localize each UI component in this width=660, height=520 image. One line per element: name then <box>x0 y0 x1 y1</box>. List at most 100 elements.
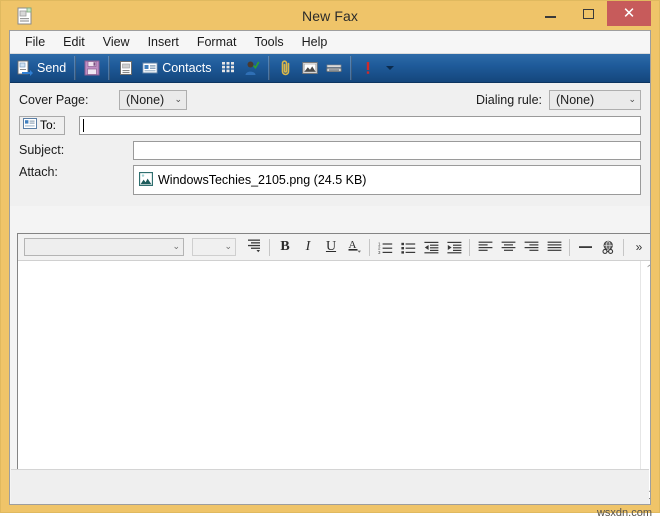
font-family-select[interactable]: ⌄ <box>24 238 184 256</box>
numbered-list-button[interactable]: 1 2 3 <box>374 236 396 258</box>
chevron-down-icon: ⌄ <box>628 95 636 105</box>
font-size-select[interactable]: ⌄ <box>192 238 236 256</box>
font-color-button[interactable]: A <box>343 236 365 258</box>
toolbar-separator <box>569 238 570 256</box>
attachment-list[interactable]: WindowsTechies_2105.png (24.5 KB) <box>133 165 641 195</box>
text-caret <box>83 118 84 132</box>
svg-text:3: 3 <box>378 249 381 253</box>
maximize-button[interactable] <box>569 1 607 26</box>
dialing-rule-label: Dialing rule: <box>475 93 542 107</box>
close-button[interactable]: ✕ <box>607 1 651 26</box>
underline-button[interactable]: U <box>320 236 342 258</box>
save-button[interactable] <box>80 56 104 80</box>
subject-row: Subject: <box>19 140 641 160</box>
toolbar-separator <box>469 238 470 256</box>
chevron-down-icon: ⌄ <box>172 242 180 252</box>
editor-vertical-scrollbar[interactable]: ⌃ ⌄ <box>640 261 650 498</box>
send-fax-icon <box>17 60 33 76</box>
attach-label: Attach: <box>19 165 58 179</box>
message-body[interactable] <box>18 261 640 498</box>
attachment-name: WindowsTechies_2105.png (24.5 KB) <box>158 173 367 187</box>
align-right-icon <box>524 241 538 251</box>
insert-hyperlink-button[interactable] <box>597 236 619 258</box>
cover-page-value: (None) <box>126 93 165 107</box>
minimize-button[interactable] <box>531 1 569 26</box>
decrease-indent-button[interactable] <box>420 236 442 258</box>
fax-fields: Cover Page: (None) ⌄ Dialing rule: (None… <box>10 83 650 206</box>
toolbar-separator <box>369 238 370 256</box>
attach-row: Attach: WindowsTechies_2105.png (24.5 KB… <box>19 165 641 197</box>
toolbar-separator <box>623 238 624 256</box>
dial-pad-icon <box>220 60 236 76</box>
chevron-down-icon: ⌄ <box>224 242 232 252</box>
image-file-icon <box>138 171 154 189</box>
document-properties-icon <box>118 60 134 76</box>
menu-item-edit[interactable]: Edit <box>54 33 94 51</box>
maximize-icon <box>582 8 594 19</box>
menu-item-file[interactable]: File <box>16 33 54 51</box>
menu-item-view[interactable]: View <box>94 33 139 51</box>
address-card-icon <box>23 118 37 132</box>
send-button-label: Send <box>37 61 67 75</box>
attach-file-button[interactable] <box>274 56 298 80</box>
dialing-rule-select[interactable]: (None) ⌄ <box>549 90 641 110</box>
paragraph-style-button[interactable] <box>243 236 265 258</box>
align-right-button[interactable] <box>520 236 542 258</box>
dialing-rule-value: (None) <box>556 93 595 107</box>
contacts-button-label: Contacts <box>162 61 212 75</box>
justify-button[interactable] <box>543 236 565 258</box>
watermark: wsxdn.com <box>596 507 652 519</box>
scroll-up-button[interactable]: ⌃ <box>641 261 650 278</box>
subject-input[interactable] <box>133 140 641 160</box>
bulleted-list-button[interactable] <box>397 236 419 258</box>
insert-picture-button[interactable] <box>298 56 322 80</box>
fax-window: New Fax ✕ File Edit View Insert Format T… <box>0 0 660 513</box>
contacts-button[interactable]: Contacts <box>138 56 215 80</box>
align-center-icon <box>501 241 515 251</box>
check-names-person-icon <box>244 60 260 76</box>
priority-button[interactable] <box>356 56 398 80</box>
increase-indent-button[interactable] <box>443 236 465 258</box>
check-names-button[interactable] <box>240 56 264 80</box>
paragraph-style-icon <box>247 238 262 256</box>
overflow-more-button[interactable]: » <box>628 236 650 258</box>
to-button-label: To: <box>40 118 57 132</box>
to-input[interactable] <box>79 115 641 135</box>
to-button[interactable]: To: <box>19 115 65 135</box>
hyperlink-globe-icon <box>601 240 613 254</box>
font-color-icon: A <box>347 238 362 256</box>
toolbar-separator <box>269 238 270 256</box>
title-bar: New Fax ✕ <box>9 1 651 30</box>
scan-button[interactable] <box>322 56 346 80</box>
client-area: File Edit View Insert Format Tools Help <box>9 30 651 505</box>
address-card-icon <box>142 60 158 76</box>
cover-page-select[interactable]: (None) ⌄ <box>119 90 187 110</box>
menu-item-tools[interactable]: Tools <box>245 33 292 51</box>
editor-body-wrap: ⌃ ⌄ <box>18 261 650 498</box>
paperclip-icon <box>278 60 294 76</box>
status-bar <box>11 469 649 504</box>
align-left-button[interactable] <box>474 236 496 258</box>
menu-item-help[interactable]: Help <box>293 33 337 51</box>
increase-indent-icon <box>446 241 461 253</box>
formatting-toolbar: ⌄ ⌄ B I U A 1 2 3 » <box>18 234 650 261</box>
horizontal-rule-button[interactable] <box>574 236 596 258</box>
scanner-icon <box>325 60 342 76</box>
minimize-icon <box>544 15 556 18</box>
save-floppy-icon <box>84 60 100 76</box>
italic-button[interactable]: I <box>297 236 319 258</box>
high-priority-exclamation-icon <box>360 60 376 76</box>
menu-item-insert[interactable]: Insert <box>139 33 188 51</box>
chevron-up-icon: ⌃ <box>645 264 650 275</box>
send-button[interactable]: Send <box>13 56 70 80</box>
menu-item-format[interactable]: Format <box>188 33 246 51</box>
chevron-down-icon <box>385 66 394 70</box>
insert-picture-icon <box>301 60 318 76</box>
fax-document-icon <box>15 6 35 26</box>
bold-button[interactable]: B <box>274 236 296 258</box>
close-icon: ✕ <box>622 4 636 22</box>
align-center-button[interactable] <box>497 236 519 258</box>
dial-pad-button[interactable] <box>216 56 240 80</box>
properties-button[interactable] <box>114 56 138 80</box>
to-row: To: <box>19 115 641 135</box>
